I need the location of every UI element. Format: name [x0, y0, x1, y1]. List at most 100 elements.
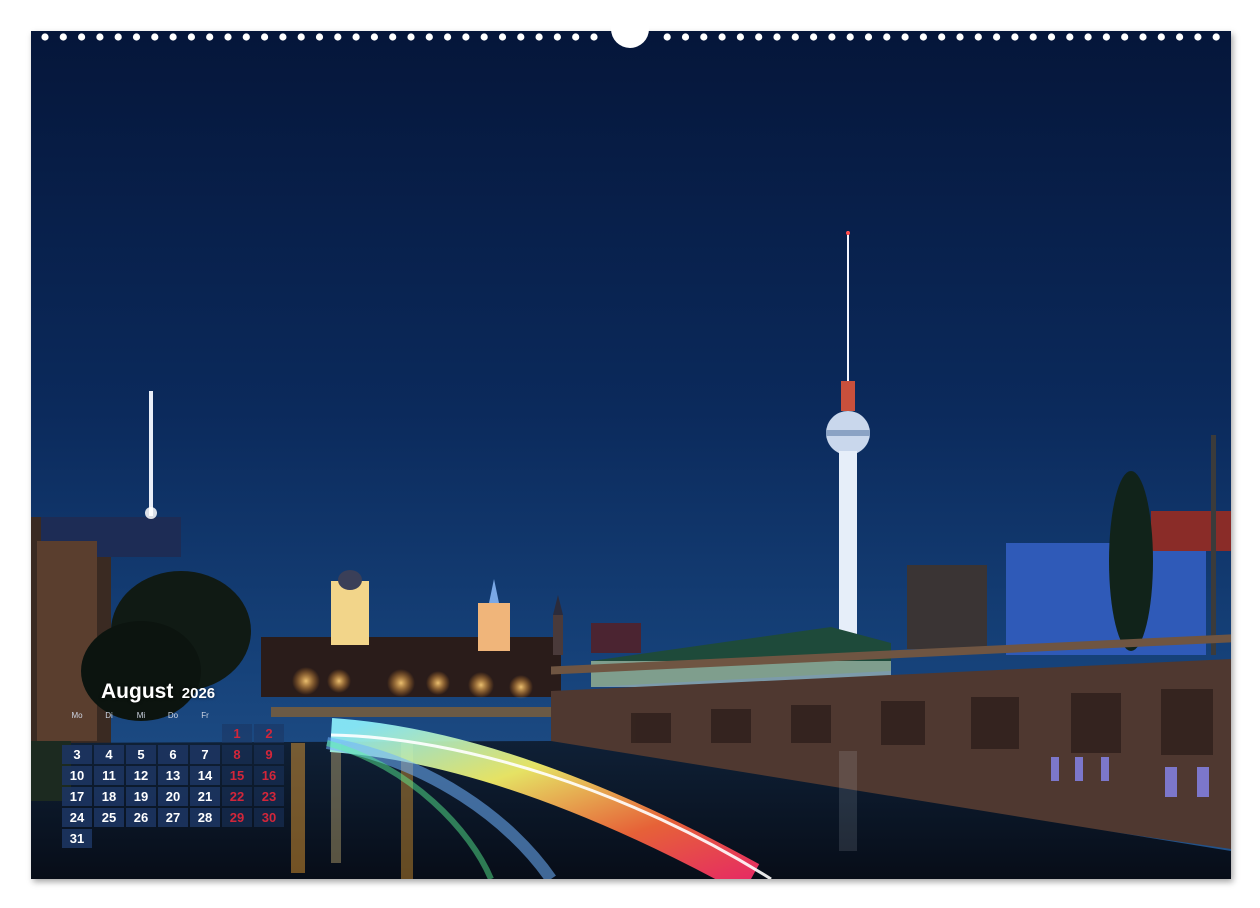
- calendar-day: 16: [254, 766, 284, 785]
- calendar-day: 25: [94, 808, 124, 827]
- calendar-day: 31: [62, 829, 92, 848]
- binding-hole: [810, 33, 818, 41]
- binding-hole: [846, 33, 854, 41]
- binding-hole: [444, 33, 452, 41]
- binding-hole: [773, 33, 781, 41]
- weekday-header: Di: [105, 711, 113, 720]
- binding-hole: [663, 33, 671, 41]
- calendar-day: 24: [62, 808, 92, 827]
- binding-hole: [700, 33, 708, 41]
- binding-hole: [938, 33, 946, 41]
- calendar-day: 8: [222, 745, 252, 764]
- calendar-day: 29: [222, 808, 252, 827]
- binding-hole: [224, 33, 232, 41]
- binding-hole: [535, 33, 543, 41]
- binding-hole: [1212, 33, 1220, 41]
- binding-hole: [480, 33, 488, 41]
- calendar-day: 7: [190, 745, 220, 764]
- calendar-day: 10: [62, 766, 92, 785]
- calendar-day: 15: [222, 766, 252, 785]
- calendar-day: 6: [158, 745, 188, 764]
- calendar-day: 14: [190, 766, 220, 785]
- calendar-day: 22: [222, 787, 252, 806]
- binding-hole: [279, 33, 287, 41]
- binding-hole: [425, 33, 433, 41]
- binding-hole: [1176, 33, 1184, 41]
- binding-hole: [1047, 33, 1056, 41]
- binding-hole: [59, 33, 67, 41]
- binding-hole: [132, 33, 141, 41]
- binding-hole: [169, 33, 177, 41]
- binding-hole: [151, 33, 159, 41]
- binding-hole: [590, 33, 598, 41]
- binding-hole: [41, 33, 49, 41]
- calendar-day: 20: [158, 787, 188, 806]
- binding-hole: [261, 33, 269, 41]
- weekday-header: Mo: [71, 711, 83, 720]
- binding-hole: [334, 33, 342, 41]
- binding-hole: [1194, 33, 1202, 41]
- binding-hole: [114, 33, 122, 41]
- binding-hole: [96, 33, 104, 41]
- calendar-day: 21: [190, 787, 220, 806]
- weekday-header: Do: [167, 711, 179, 720]
- binding-hole: [389, 33, 397, 41]
- calendar-day: 9: [254, 745, 284, 764]
- calendar-day: 5: [126, 745, 156, 764]
- binding-hole: [187, 33, 195, 41]
- binding-hole: [1084, 33, 1092, 41]
- binding-hole: [517, 33, 525, 41]
- calendar-day: 27: [158, 808, 188, 827]
- binding-hole: [993, 33, 1001, 41]
- binding-hole: [864, 33, 873, 41]
- calendar-day: 30: [254, 808, 284, 827]
- calendar-day: 18: [94, 787, 124, 806]
- calendar-day: 23: [254, 787, 284, 806]
- calendar-day: 11: [94, 766, 124, 785]
- weekday-header: Mi: [136, 711, 146, 720]
- binding-hole: [297, 33, 305, 41]
- binding-hole: [1157, 33, 1165, 41]
- calendar-day: 3: [62, 745, 92, 764]
- calendar-day: 2: [254, 724, 284, 743]
- binding-hole: [1011, 33, 1019, 41]
- calendar-day: 4: [94, 745, 124, 764]
- calendar-day: 19: [126, 787, 156, 806]
- binding-hole: [791, 33, 799, 41]
- binding-hole: [462, 33, 470, 41]
- weekday-header: Fr: [201, 711, 209, 720]
- binding-hole: [736, 33, 745, 41]
- binding-hole: [242, 33, 250, 41]
- binding-hole: [755, 33, 763, 41]
- calendar-day: 12: [126, 766, 156, 785]
- binding-hole: [1139, 33, 1147, 41]
- calendar-grid: Mo Di Mi Do Fr 1 2 3 4 5 6 7 8 9 10 11 12 13 14 15 16 17 18 19 2…: [62, 710, 286, 854]
- binding-hole: [956, 33, 964, 41]
- calendar-title: August 2026: [101, 680, 215, 704]
- binding-hole: [370, 33, 378, 41]
- binding-hole: [572, 33, 580, 41]
- binding-hole: [352, 33, 360, 41]
- binding-hole: [919, 33, 928, 41]
- binding-hole: [1066, 33, 1074, 41]
- binding-hole: [315, 33, 324, 41]
- binding-hole: [78, 33, 86, 41]
- binding-hole: [1029, 33, 1037, 41]
- calendar-day: 1: [222, 724, 252, 743]
- binding-hole: [1102, 33, 1110, 41]
- binding-hole: [498, 33, 507, 41]
- binding-hole: [553, 33, 562, 41]
- calendar-day: 28: [190, 808, 220, 827]
- binding-hole: [718, 33, 726, 41]
- binding-hole: [974, 33, 982, 41]
- calendar-day: 17: [62, 787, 92, 806]
- month-label: August: [101, 680, 174, 703]
- binding-hole: [828, 33, 836, 41]
- calendar-day: 13: [158, 766, 188, 785]
- binding-hole: [206, 33, 214, 41]
- year-label: 2026: [181, 685, 216, 702]
- binding-hole: [1121, 33, 1129, 41]
- binding-hole: [681, 33, 690, 41]
- calendar-day: 26: [126, 808, 156, 827]
- binding-hole: [407, 33, 415, 41]
